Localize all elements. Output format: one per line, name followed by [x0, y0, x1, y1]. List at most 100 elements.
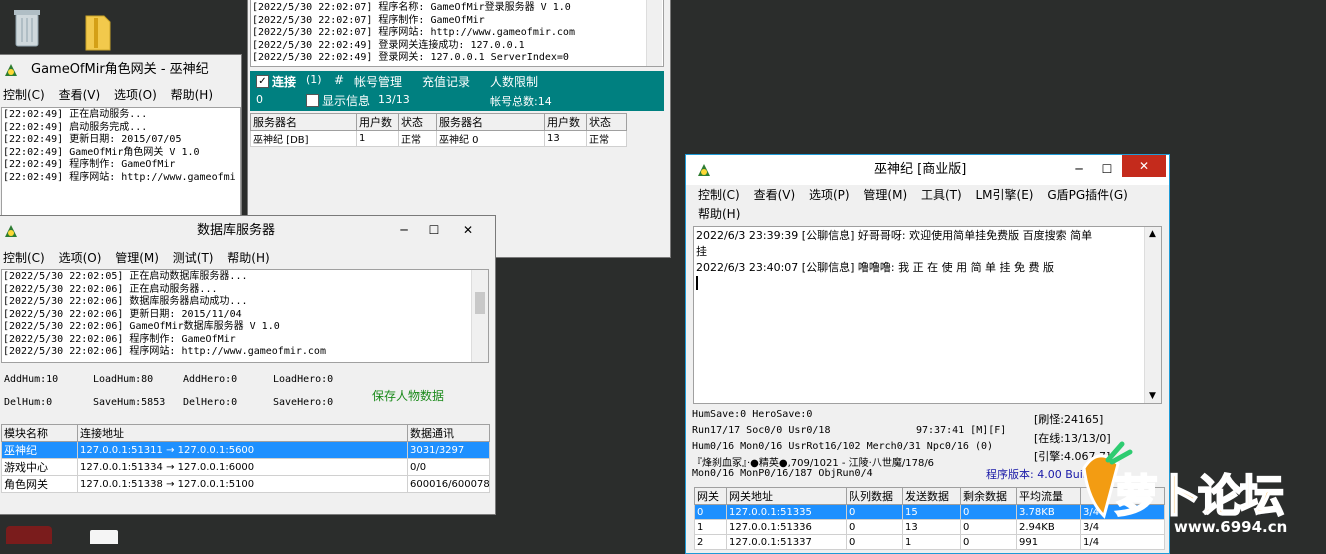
menu-help[interactable]: 帮助(H): [227, 248, 269, 268]
column-header[interactable]: 发送数据: [902, 487, 961, 505]
column-header[interactable]: 连接地址: [77, 424, 408, 442]
program-version: 程序版本: 4.00 Build: [986, 468, 1093, 481]
add-hum-stat: AddHum:10: [4, 374, 59, 385]
log-line: [22:02:49] 更新日期: 2015/07/05: [3, 134, 182, 145]
connect-checkbox[interactable]: ✓: [256, 75, 269, 88]
database-server-window: 数据库服务器 ─ ☐ ✕ 控制(C) 选项(O) 管理(M) 测试(T) 帮助(…: [0, 215, 496, 515]
menu-control[interactable]: 控制(C): [3, 248, 45, 268]
database-log-scrollbar[interactable]: [471, 270, 488, 362]
column-header[interactable]: 网关地址: [726, 487, 847, 505]
menu-test[interactable]: 测试(T): [173, 248, 214, 268]
title-bar[interactable]: 巫神纪 [商业版] ─ ☐ ✕: [686, 155, 1169, 185]
recharge-tab[interactable]: 充值记录: [422, 73, 470, 90]
column-header[interactable]: 状态: [586, 113, 627, 131]
table-row[interactable]: 游戏中心 127.0.0.1:51334 → 127.0.0.1:6000 0/…: [1, 458, 490, 476]
table-cell: 600016/600078: [407, 475, 490, 493]
table-cell: 13: [902, 519, 961, 535]
table-cell: 127.0.0.1:51338 → 127.0.0.1:5100: [77, 475, 408, 493]
user-limit-tab[interactable]: 人数限制: [490, 73, 538, 90]
table-cell: 2: [694, 534, 727, 550]
column-header[interactable]: 模块名称: [1, 424, 78, 442]
menu-manage[interactable]: 管理(M): [863, 185, 907, 205]
status-map: 『烽刹血冢』·●精英●,709/1021 - 江陵·八世魔/178/6: [692, 458, 935, 469]
monster-spawn-counter: [刷怪:24165]: [1034, 413, 1104, 426]
menu-options[interactable]: 选项(P): [809, 185, 850, 205]
recycle-bin-icon[interactable]: [10, 6, 44, 50]
menu-options[interactable]: 选项(O): [59, 248, 102, 268]
table-cell: 1: [694, 519, 727, 535]
menu-control[interactable]: 控制(C): [698, 185, 740, 205]
table-cell: 0: [960, 504, 1017, 520]
menu-lm-engine[interactable]: LM引擎(E): [976, 185, 1034, 205]
table-cell: 13: [544, 130, 587, 147]
title-bar[interactable]: 数据库服务器 ─ ☐ ✕: [0, 216, 495, 246]
save-character-data-button[interactable]: 保存人物数据: [372, 387, 444, 404]
table-cell: 正常: [398, 130, 437, 147]
column-header[interactable]: 队列数据: [846, 487, 903, 505]
table-row[interactable]: 巫神纪 127.0.0.1:51311 → 127.0.0.1:5600 303…: [1, 441, 490, 459]
menu-manage[interactable]: 管理(M): [115, 248, 159, 268]
table-cell: 3.78KB: [1016, 504, 1081, 520]
table-cell: 正常: [586, 130, 627, 147]
column-header[interactable]: 状态: [398, 113, 437, 131]
table-cell: 0: [960, 519, 1017, 535]
log-line: [22:02:49] 程序网站: http://www.gameofmi: [3, 171, 236, 183]
chat-scrollbar[interactable]: ▲ ▼: [1144, 227, 1161, 403]
zero-label: 0: [256, 93, 263, 106]
status-save: HumSave:0 HeroSave:0: [692, 409, 813, 420]
title-bar[interactable]: GameOfMir角色网关 - 巫神纪: [0, 55, 241, 85]
menu-options[interactable]: 选项(O): [114, 85, 157, 105]
column-header[interactable]: 服务器名: [436, 113, 545, 131]
menu-view[interactable]: 查看(V): [59, 85, 101, 105]
maximize-button[interactable]: ☐: [421, 221, 447, 239]
log-line: [2022/5/30 22:02:06] 数据库服务器启动成功...: [3, 296, 248, 307]
log-line: [2022/5/30 22:02:06] 更新日期: 2015/11/04: [3, 308, 242, 320]
game-launcher-icon[interactable]: [6, 526, 52, 544]
menu-help[interactable]: 帮助(H): [171, 85, 213, 105]
menu-help[interactable]: 帮助(H): [698, 204, 740, 224]
load-hum-stat: LoadHum:80: [93, 374, 154, 385]
chat-line: 挂: [696, 245, 707, 258]
folder-icon[interactable]: [80, 10, 120, 54]
window-title: GameOfMir角色网关 - 巫神纪: [31, 62, 209, 77]
column-header[interactable]: 网关: [694, 487, 727, 505]
column-header[interactable]: 剩余数据: [960, 487, 1017, 505]
log-line: [2022/5/30 22:02:06] 程序网站: http://www.ga…: [3, 346, 326, 357]
scroll-up-icon[interactable]: ▲: [1149, 229, 1156, 239]
column-header[interactable]: 平均流量: [1016, 487, 1081, 505]
login-log-scrollbar[interactable]: [646, 0, 662, 66]
column-header[interactable]: 数据通讯: [407, 424, 490, 442]
table-row[interactable]: 角色网关 127.0.0.1:51338 → 127.0.0.1:5100 60…: [1, 475, 490, 493]
document-icon[interactable]: [90, 530, 118, 544]
save-hum-stat: SaveHum:5853: [93, 397, 166, 408]
log-line: [22:02:49] 正在启动服务...: [3, 109, 148, 120]
close-button[interactable]: ✕: [455, 221, 481, 239]
close-button[interactable]: ✕: [1122, 155, 1166, 177]
menu-view[interactable]: 查看(V): [754, 185, 796, 205]
log-line: [2022/5/30 22:02:06] 程序制作: GameOfMir: [3, 333, 236, 345]
connect-label: 连接: [272, 75, 297, 89]
menu-tools[interactable]: 工具(T): [921, 185, 962, 205]
column-header[interactable]: 用户数: [356, 113, 399, 131]
app-icon: [3, 62, 19, 78]
table-row[interactable]: 巫神纪 [DB] 1 正常 巫神纪 0 13 正常: [250, 130, 627, 147]
watermark-logo: 萝卜论坛 www.6994.cn: [1078, 440, 1318, 544]
log-line: [2022/5/30 22:02:07] 程序制作: GameOfMir: [252, 14, 485, 26]
column-header[interactable]: 服务器名: [250, 113, 357, 131]
module-table: 模块名称 连接地址 数据通讯 巫神纪 127.0.0.1:51311 → 127…: [1, 424, 490, 493]
table-cell: 1: [356, 130, 399, 147]
watermark-logo-text: 萝卜论坛: [1113, 470, 1285, 523]
menu-control[interactable]: 控制(C): [3, 85, 45, 105]
menu-gdun-plugin[interactable]: G盾PG插件(G): [1047, 185, 1128, 205]
app-icon: [3, 223, 19, 239]
minimize-button[interactable]: ─: [1066, 160, 1092, 178]
scroll-thumb[interactable]: [475, 292, 485, 314]
account-mgmt-tab[interactable]: 帐号管理: [354, 73, 402, 90]
maximize-button[interactable]: ☐: [1094, 160, 1120, 178]
scroll-down-icon[interactable]: ▼: [1149, 391, 1156, 401]
menu-bar: 控制(C) 选项(O) 管理(M) 测试(T) 帮助(H): [0, 248, 495, 268]
minimize-button[interactable]: ─: [391, 221, 417, 239]
show-info-checkbox[interactable]: [306, 94, 319, 107]
log-line: [2022/5/30 22:02:06] 正在启动服务器...: [3, 283, 218, 295]
column-header[interactable]: 用户数: [544, 113, 587, 131]
